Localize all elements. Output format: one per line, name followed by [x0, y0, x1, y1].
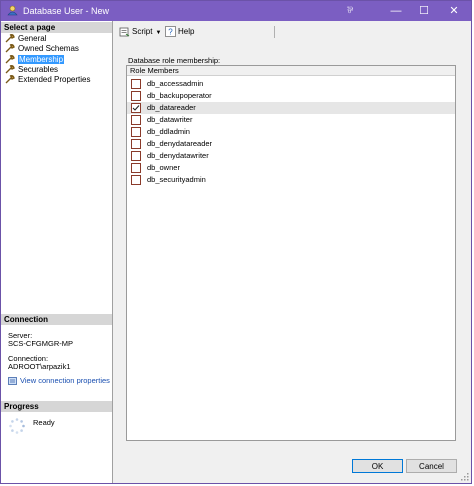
role-name: db_backupoperator: [147, 91, 212, 100]
maximize-icon: ☐: [419, 5, 429, 17]
page-item-extended-properties[interactable]: Extended Properties: [5, 75, 91, 85]
page-item-label: General: [18, 34, 47, 43]
role-name: db_datareader: [147, 103, 196, 112]
svg-text:?: ?: [168, 28, 173, 37]
role-checkbox-checked[interactable]: [131, 103, 141, 113]
role-row-db-accessadmin[interactable]: db_accessadmin: [127, 78, 455, 90]
role-checkbox[interactable]: [131, 79, 141, 89]
progress-status: Ready: [33, 418, 55, 427]
maximize-button[interactable]: ☐: [409, 1, 439, 21]
role-row-db-denydatareader[interactable]: db_denydatareader: [127, 138, 455, 150]
role-checkbox[interactable]: [131, 127, 141, 137]
wrench-icon: [5, 34, 15, 43]
role-members-grid[interactable]: Role Members db_accessadmin db_backupope…: [126, 65, 456, 441]
role-checkbox[interactable]: [131, 163, 141, 173]
role-row-db-denydatawriter[interactable]: db_denydatawriter: [127, 150, 455, 162]
role-name: db_datawriter: [147, 115, 193, 124]
view-connection-properties-text: View connection properties: [20, 376, 110, 385]
role-row-db-datawriter[interactable]: db_datawriter: [127, 114, 455, 126]
role-row-db-backupoperator[interactable]: db_backupoperator: [127, 90, 455, 102]
wrench-icon: [5, 44, 15, 53]
page-item-owned-schemas[interactable]: Owned Schemas: [5, 44, 79, 54]
close-button[interactable]: ✕: [439, 1, 469, 21]
role-checkbox[interactable]: [131, 175, 141, 185]
chevron-down-icon: ▼: [155, 30, 162, 36]
resize-grip-icon[interactable]: [461, 473, 469, 481]
checkmark-icon: [132, 105, 140, 111]
minimize-button[interactable]: —: [381, 1, 411, 21]
wrench-icon: [5, 65, 15, 74]
role-row-db-securityadmin[interactable]: db_securityadmin: [127, 174, 455, 186]
role-checkbox[interactable]: [131, 115, 141, 125]
role-name: db_accessadmin: [147, 79, 204, 88]
role-name: db_ddladmin: [147, 127, 190, 136]
window-title: Database User - New: [23, 6, 110, 16]
page-item-general[interactable]: General: [5, 34, 46, 44]
left-panel: Select a page General Owned Schemas Memb…: [1, 21, 113, 483]
connection-header: Connection: [1, 314, 112, 325]
progress-spinner-icon: [9, 418, 25, 434]
properties-icon: [8, 377, 17, 385]
script-label: Script: [132, 27, 153, 36]
toolbar-separator: [274, 26, 275, 38]
database-user-icon: [7, 5, 18, 16]
wrench-icon: [5, 75, 15, 84]
role-row-db-owner[interactable]: db_owner: [127, 162, 455, 174]
role-name: db_securityadmin: [147, 175, 206, 184]
dialog-window: Database User - New ⅌ — ☐ ✕ Select a pag…: [0, 0, 472, 484]
role-row-db-datareader[interactable]: db_datareader: [127, 102, 455, 114]
role-checkbox[interactable]: [131, 91, 141, 101]
progress-header: Progress: [1, 401, 112, 412]
role-row-db-ddladmin[interactable]: db_ddladmin: [127, 126, 455, 138]
page-item-label: Owned Schemas: [18, 44, 79, 53]
database-role-membership-label: Database role membership:: [128, 56, 221, 65]
role-checkbox[interactable]: [131, 139, 141, 149]
server-value: SCS-CFGMGR-MP: [8, 339, 73, 348]
role-name: db_owner: [147, 163, 180, 172]
cancel-button[interactable]: Cancel: [406, 459, 457, 473]
role-name: db_denydatawriter: [147, 151, 209, 160]
page-item-label: Securables: [18, 65, 59, 74]
minimize-icon: —: [390, 5, 402, 17]
wrench-icon: [5, 55, 15, 64]
ok-button[interactable]: OK: [352, 459, 403, 473]
help-button[interactable]: ? Help: [165, 25, 194, 39]
view-connection-properties-link[interactable]: View connection properties: [8, 376, 110, 385]
script-button[interactable]: Script ▼: [119, 25, 161, 39]
select-page-header: Select a page: [1, 22, 112, 33]
page-item-label: Extended Properties: [18, 75, 91, 84]
close-icon: ✕: [449, 5, 459, 17]
title-bar[interactable]: Database User - New ⅌ — ☐ ✕: [1, 1, 471, 21]
help-label: Help: [178, 27, 195, 36]
role-name: db_denydatareader: [147, 139, 213, 148]
page-item-membership[interactable]: Membership: [5, 55, 65, 65]
toolbar: Script ▼ ? Help: [113, 21, 471, 43]
page-item-label: Membership: [18, 55, 65, 64]
page-item-securables[interactable]: Securables: [5, 65, 58, 75]
title-glyph: ⅌: [347, 5, 353, 15]
help-icon: ?: [165, 26, 176, 38]
role-checkbox[interactable]: [131, 151, 141, 161]
script-icon: [119, 27, 130, 37]
role-members-column-header: Role Members: [127, 66, 455, 76]
connection-value: ADROOT\arpazik1: [8, 362, 71, 371]
